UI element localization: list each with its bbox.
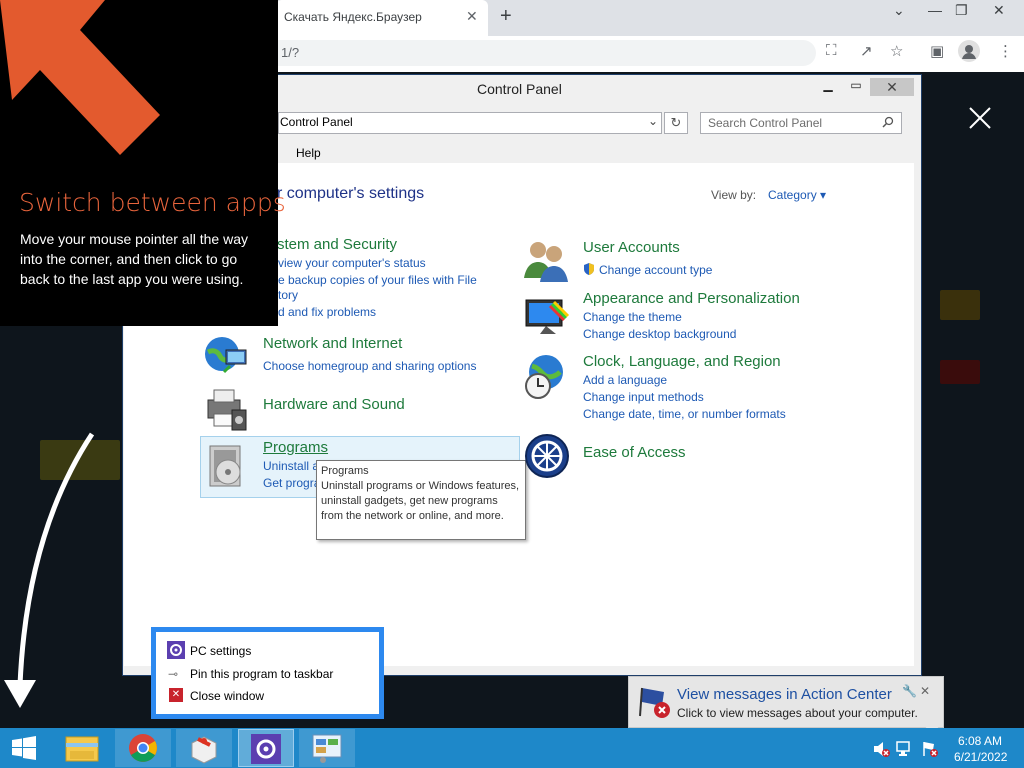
link-file-history[interactable]: tory (278, 288, 298, 302)
pointer-hint-arrow-icon (4, 432, 95, 708)
address-bar-url: 1/? (281, 45, 300, 60)
background-shape (940, 360, 980, 384)
category-network-internet[interactable]: Network and Internet (263, 335, 402, 352)
package-installer-taskbar-button[interactable] (176, 729, 232, 767)
file-explorer-taskbar-button[interactable] (54, 729, 110, 767)
network-status-icon[interactable] (896, 740, 914, 758)
ease-of-access-icon[interactable] (523, 432, 571, 480)
link-get-programs[interactable]: Get progra (263, 476, 320, 490)
switch-apps-title: Switch between apps (19, 188, 286, 217)
toast-title[interactable]: View messages in Action Center (677, 686, 892, 703)
link-view-status[interactable]: view your computer's status (278, 256, 426, 270)
link-uninstall-program[interactable]: Uninstall a (263, 459, 319, 473)
chevron-down-icon[interactable]: ⌄ (648, 114, 658, 128)
pin-icon: ⊸ (168, 667, 179, 681)
link-change-date-time-formats[interactable]: Change date, time, or number formats (583, 407, 786, 421)
link-find-fix-problems[interactable]: d and fix problems (278, 305, 376, 319)
bookmark-star-icon[interactable]: ☆ (890, 42, 903, 60)
share-icon[interactable]: ↗ (860, 42, 873, 60)
link-backup-copies[interactable]: e backup copies of your files with File (278, 273, 477, 287)
cp-close-button[interactable]: ✕ (870, 78, 914, 96)
switch-apps-body: Move your mouse pointer all the way into… (20, 231, 248, 287)
user-accounts-icon[interactable] (522, 236, 570, 284)
link-change-theme[interactable]: Change the theme (583, 310, 682, 324)
close-window-icon: ✕ (169, 688, 183, 702)
background-shape (940, 290, 980, 320)
cp-maximize-button[interactable]: ▭ (846, 78, 866, 96)
category-hardware-sound[interactable]: Hardware and Sound (263, 396, 405, 413)
corner-arrow-icon (0, 0, 160, 155)
tooltip-title: Programs (321, 465, 369, 477)
uac-shield-icon (582, 262, 596, 276)
link-homegroup-sharing[interactable]: Choose homegroup and sharing options (263, 359, 476, 373)
side-panel-icon[interactable]: ▣ (930, 42, 944, 60)
programs-disc-icon[interactable] (204, 442, 252, 490)
control-panel-taskbar-button[interactable] (299, 729, 355, 767)
category-programs[interactable]: Programs (263, 439, 328, 456)
menu-help[interactable]: Help (296, 146, 321, 160)
profile-avatar-icon[interactable] (958, 40, 980, 62)
clock-globe-icon[interactable] (520, 352, 568, 400)
network-globe-icon[interactable] (202, 332, 250, 380)
toast-settings-wrench-icon[interactable]: 🔧 (902, 684, 917, 698)
browser-tab-search-icon[interactable]: ⌄ (893, 2, 905, 19)
jump-list-pin-taskbar[interactable]: Pin this program to taskbar (190, 667, 333, 681)
search-placeholder: Search Control Panel (708, 116, 823, 130)
breadcrumb[interactable]: Control Panel (280, 115, 353, 129)
category-clock-language-region[interactable]: Clock, Language, and Region (583, 353, 781, 370)
category-user-accounts[interactable]: User Accounts (583, 239, 680, 256)
category-appearance-personalization[interactable]: Appearance and Personalization (583, 290, 800, 307)
cp-minimize-button[interactable]: ▁ (818, 78, 838, 96)
appearance-monitor-icon[interactable] (522, 292, 570, 340)
category-ease-of-access[interactable]: Ease of Access (583, 444, 686, 461)
browser-tab-title: Скачать Яндекс.Браузер (284, 10, 422, 24)
clock-date[interactable]: 6/21/2022 (954, 750, 1007, 764)
tooltip-body: Uninstall programs or Windows features, … (321, 480, 520, 522)
translate-icon[interactable]: ⛶ (826, 42, 837, 59)
clock-time[interactable]: 6:08 AM (958, 734, 1002, 748)
view-by-label: View by: (711, 188, 757, 202)
category-system-security[interactable]: stem and Security (277, 236, 397, 253)
refresh-icon[interactable]: ↻ (664, 112, 688, 134)
toast-body: Click to view messages about your comput… (677, 706, 918, 720)
address-bar[interactable] (276, 40, 816, 66)
action-center-flag-tray-icon[interactable] (922, 740, 940, 758)
window-title: Control Panel (477, 81, 562, 97)
browser-menu-icon[interactable]: ⋮ (998, 42, 1013, 60)
link-add-language[interactable]: Add a language (583, 373, 667, 387)
page-title: r computer's settings (277, 185, 425, 202)
browser-restore-icon[interactable]: ❐ (955, 2, 968, 19)
jump-list-pc-settings[interactable]: PC settings (190, 644, 251, 658)
volume-muted-icon[interactable] (872, 740, 890, 758)
tab-close-icon[interactable]: ✕ (466, 8, 478, 25)
view-by-dropdown[interactable]: Category ▾ (768, 188, 826, 202)
close-icon[interactable] (966, 104, 994, 132)
printer-icon[interactable] (202, 384, 250, 432)
link-change-input-methods[interactable]: Change input methods (583, 390, 704, 404)
link-change-desktop-background[interactable]: Change desktop background (583, 327, 736, 341)
menu-bar (278, 143, 914, 163)
browser-minimize-icon[interactable]: — (928, 2, 942, 18)
browser-close-icon[interactable]: ✕ (993, 2, 1005, 19)
link-change-account-type[interactable]: Change account type (599, 263, 712, 277)
pc-settings-taskbar-button[interactable] (238, 729, 294, 767)
pc-settings-gear-icon (167, 641, 185, 659)
windows-start-icon[interactable] (10, 736, 38, 760)
action-center-flag-icon (638, 684, 674, 720)
toast-close-icon[interactable]: ✕ (920, 684, 930, 698)
jump-list-close-window[interactable]: Close window (190, 689, 264, 703)
search-icon[interactable] (882, 116, 894, 128)
chrome-taskbar-button[interactable] (115, 729, 171, 767)
new-tab-button[interactable]: + (500, 5, 512, 28)
programs-tooltip: Programs Uninstall programs or Windows f… (316, 460, 526, 540)
